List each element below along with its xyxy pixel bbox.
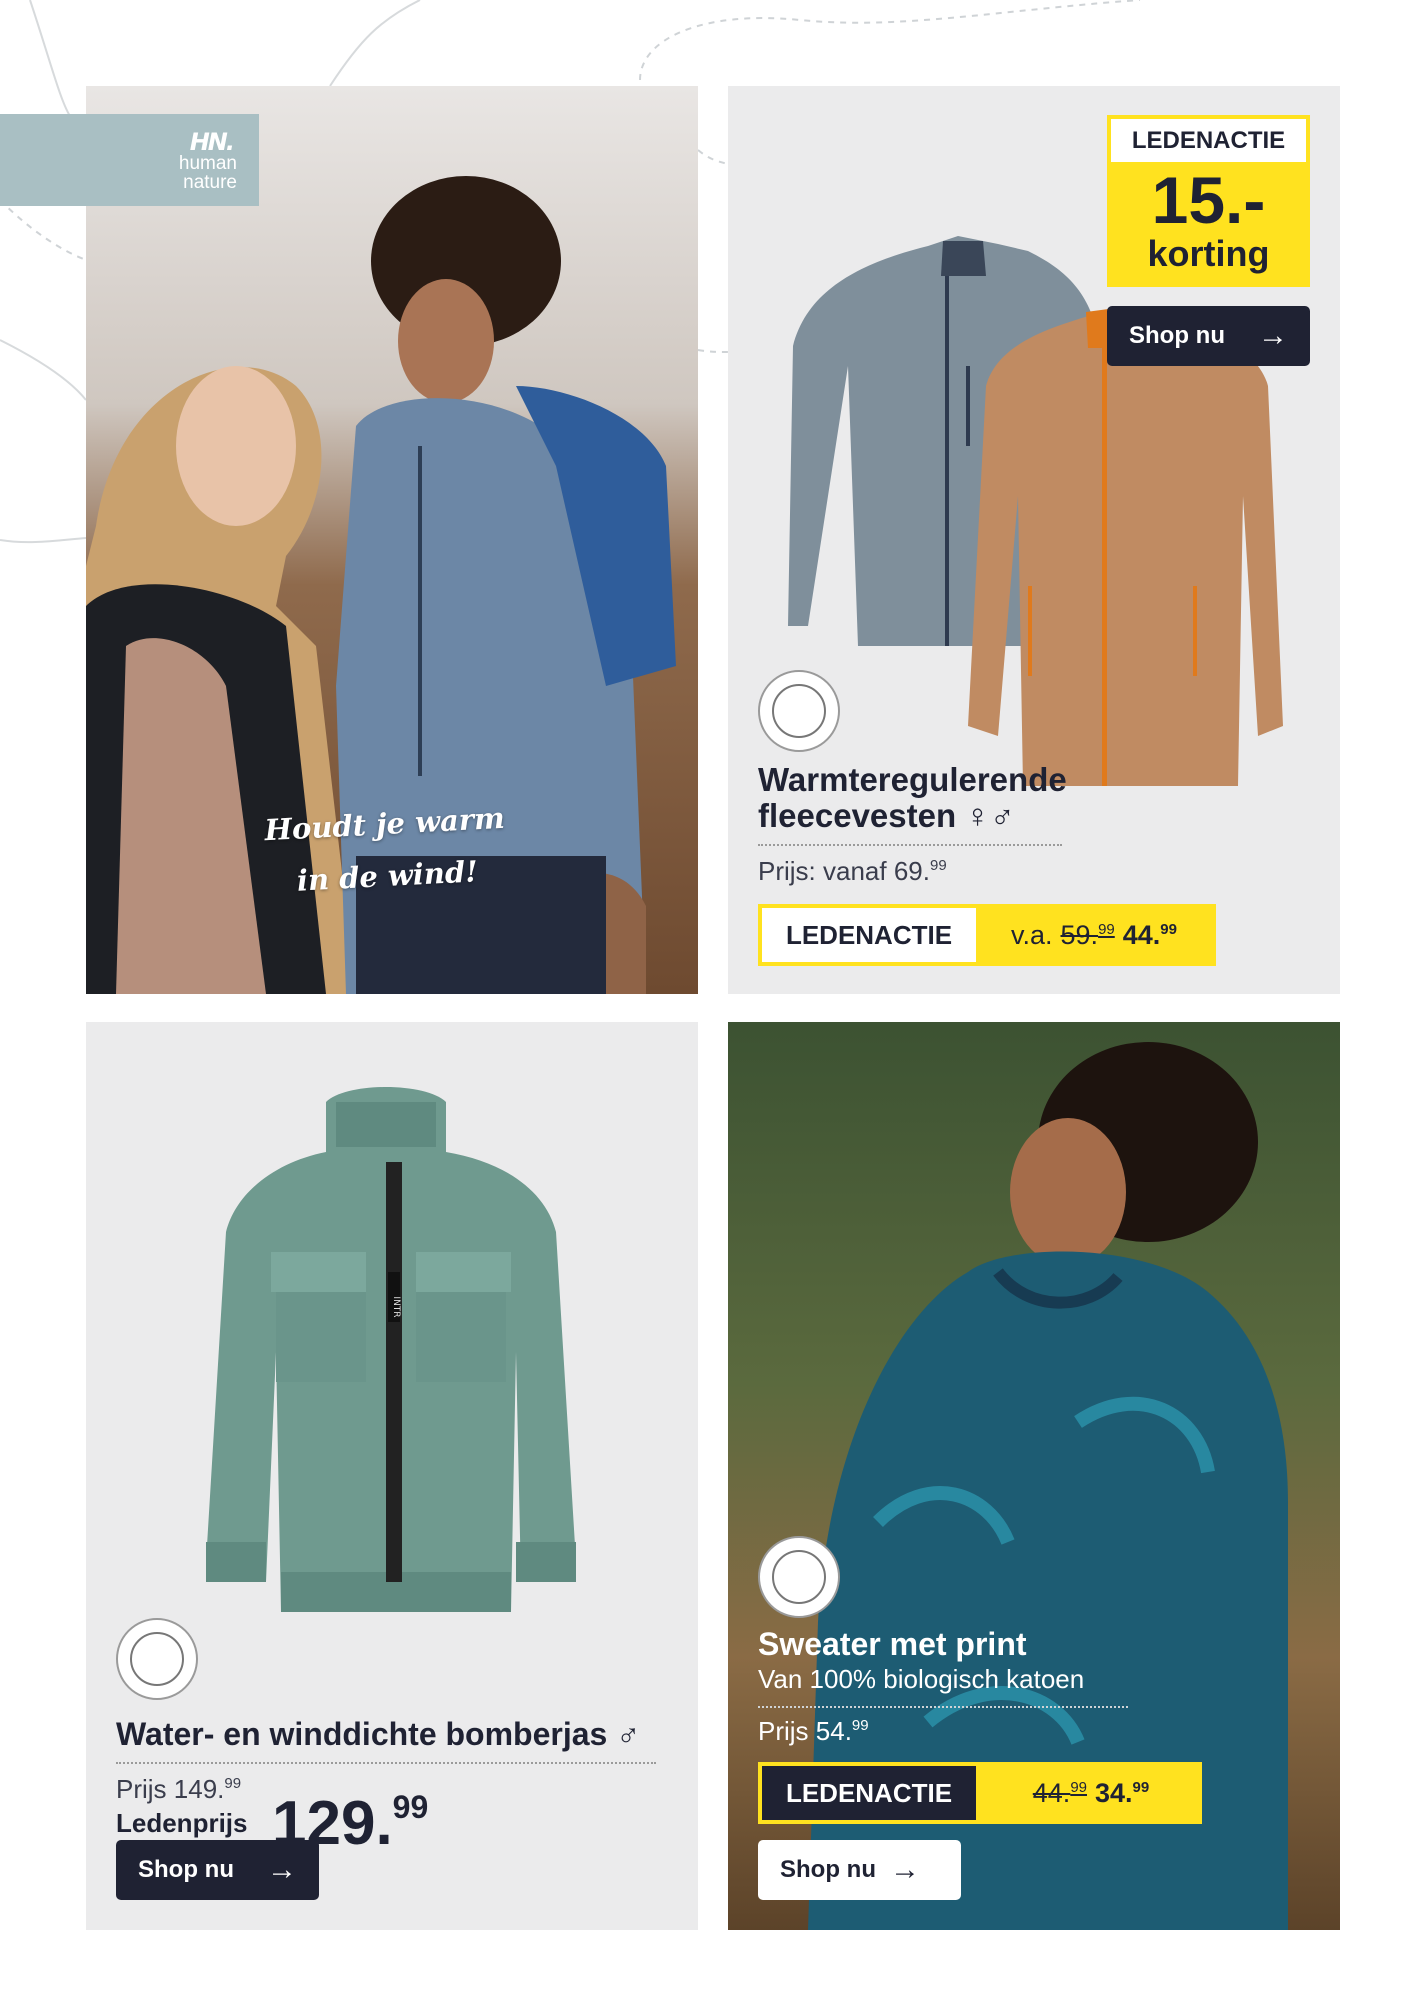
- divider: [758, 1706, 1128, 1708]
- member-price-bar: LEDENACTIE v.a. 59.99 44.99: [758, 904, 1216, 966]
- product-title-line1: Warmteregulerende: [758, 761, 1067, 798]
- regular-price-cents: 99: [851, 1717, 869, 1734]
- member-price-bar: LEDENACTIE 44.99 34.99: [758, 1762, 1202, 1824]
- brand-name-line1: human: [178, 153, 237, 174]
- member-price: v.a. 59.99 44.99: [976, 908, 1212, 962]
- brand-mark: HN.: [189, 128, 235, 156]
- recycled-polyester-badge: [758, 670, 840, 752]
- member-price: 44.99 34.99: [976, 1766, 1198, 1820]
- regular-price-text: Prijs 54.: [758, 1716, 852, 1746]
- regular-price-text: Prijs: vanaf 69.: [758, 856, 930, 886]
- sticker-label: LEDENACTIE: [1111, 119, 1306, 162]
- product-title: Water- en winddichte bomberjas ♂: [116, 1716, 641, 1752]
- product-title: Warmteregulerende fleecevesten ♀♂: [758, 762, 1067, 834]
- member-new-price-value: 44.: [1122, 919, 1161, 950]
- zip-tag-text: INTR: [391, 1296, 401, 1317]
- member-label: LEDENACTIE: [762, 908, 976, 962]
- member-old-price-value: 44.: [1032, 1777, 1071, 1808]
- member-new-price-value: 34.: [1095, 1777, 1133, 1808]
- member-price-label: Ledenprijs: [116, 1808, 248, 1838]
- recycled-polyester-badge: [116, 1618, 198, 1700]
- sweater-product-panel: Sweater met print Van 100% biologisch ka…: [728, 1022, 1340, 1930]
- member-new-price: 44.99: [1123, 920, 1177, 951]
- member-old-price: 44.99: [1033, 1778, 1087, 1809]
- shop-now-button[interactable]: Shop nu →: [758, 1840, 961, 1900]
- divider: [758, 844, 1062, 846]
- organic-cotton-badge: [758, 1536, 840, 1618]
- regular-price: Prijs 54.99: [758, 1716, 869, 1747]
- bomber-product-panel: INTR Water- en winddichte bomberjas ♂ Pr…: [86, 1022, 698, 1930]
- recycle-bottle-icon: [130, 1632, 184, 1686]
- regular-price-text: Prijs 149.: [116, 1774, 225, 1804]
- brand-name: human nature: [179, 154, 237, 192]
- regular-price-cents: 99: [929, 857, 947, 874]
- member-price-prefix: v.a.: [1011, 919, 1053, 950]
- shop-now-button[interactable]: Shop nu →: [116, 1840, 319, 1900]
- brand-logo: HN. human nature: [0, 114, 259, 206]
- sticker-amount: 15.-: [1151, 163, 1266, 237]
- member-new-price-cents: 99: [1160, 920, 1177, 938]
- tagline: Houdt je warm in de wind!: [233, 790, 538, 910]
- divider: [116, 1762, 656, 1764]
- member-price-cents: 99: [392, 1789, 429, 1825]
- member-discount-sticker: LEDENACTIE 15.- korting: [1107, 115, 1310, 287]
- member-label: LEDENACTIE: [762, 1766, 976, 1820]
- arrow-right-icon: →: [267, 1853, 297, 1886]
- regular-price: Prijs 149.99: [116, 1774, 241, 1805]
- recycle-bottle-icon: [772, 684, 826, 738]
- fleece-product-panel: LEDENACTIE 15.- korting Shop nu → Warmte…: [728, 86, 1340, 994]
- member-new-price-cents: 99: [1132, 1778, 1150, 1796]
- member-old-price: 59.99: [1061, 920, 1115, 951]
- cotton-flower-icon: [772, 1550, 826, 1604]
- member-new-price: 34.99: [1095, 1778, 1149, 1809]
- product-title: Sweater met print: [758, 1626, 1027, 1662]
- member-old-price-cents: 99: [1098, 920, 1115, 938]
- arrow-right-icon: →: [889, 1853, 920, 1886]
- product-subtitle: Van 100% biologisch katoen: [758, 1664, 1085, 1694]
- shop-now-button[interactable]: Shop nu →: [1107, 306, 1310, 366]
- arrow-right-icon: →: [1258, 319, 1288, 352]
- shop-now-label: Shop nu: [1129, 322, 1225, 349]
- brand-name-line2: nature: [183, 172, 237, 193]
- product-title-line2: fleecevesten ♀♂: [758, 797, 1015, 834]
- lifestyle-photo-panel: Houdt je warm in de wind!: [86, 86, 698, 994]
- sticker-subtitle: korting: [1147, 233, 1270, 274]
- shop-now-label: Shop nu: [138, 1856, 234, 1883]
- shop-now-label: Shop nu: [780, 1856, 876, 1883]
- regular-price: Prijs: vanaf 69.99: [758, 856, 947, 887]
- member-old-price-value: 59.: [1060, 919, 1099, 950]
- regular-price-cents: 99: [224, 1775, 242, 1792]
- member-old-price-cents: 99: [1070, 1778, 1087, 1796]
